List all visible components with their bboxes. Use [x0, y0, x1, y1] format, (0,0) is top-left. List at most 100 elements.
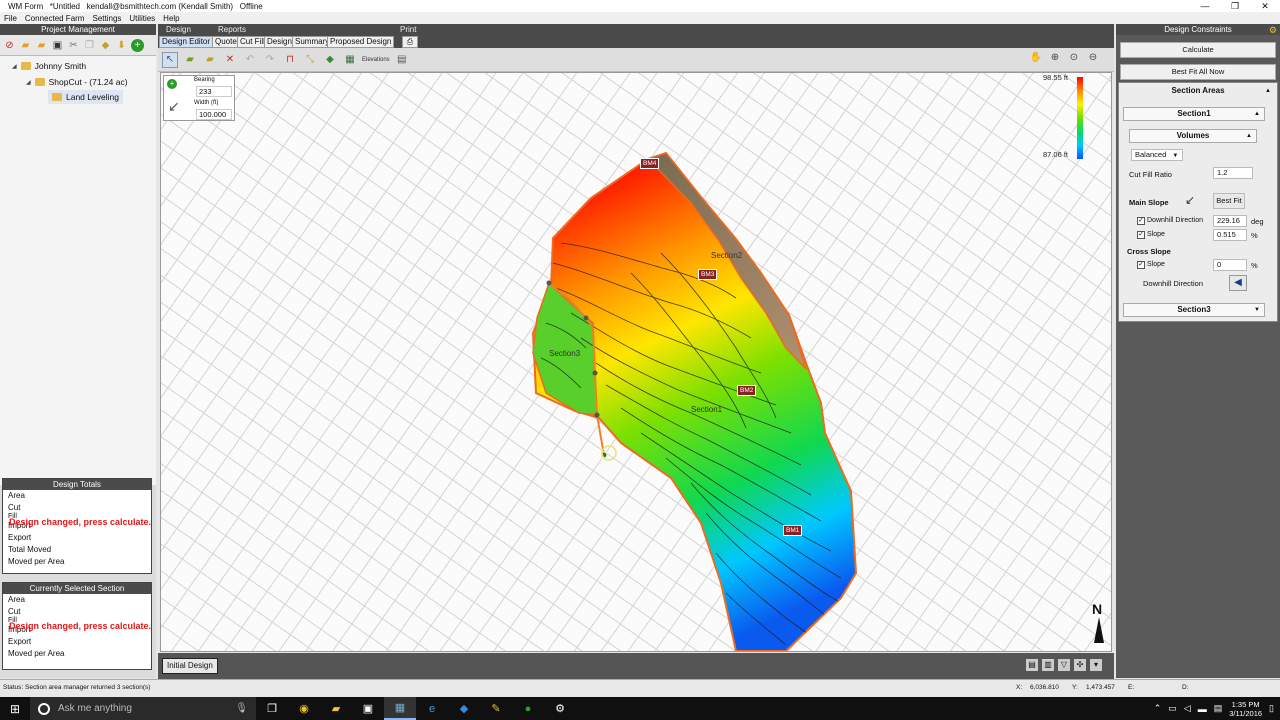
downhill-direction-input[interactable]: 229.16: [1213, 215, 1247, 227]
menu-help[interactable]: Help: [159, 14, 183, 23]
slope-checkbox[interactable]: ✓: [1137, 231, 1145, 239]
section3-label[interactable]: Section3: [549, 349, 580, 358]
draw-area-icon[interactable]: ▰: [182, 52, 198, 68]
cross-slope-checkbox[interactable]: ✓: [1137, 261, 1145, 269]
section2-label[interactable]: Section2: [711, 251, 742, 260]
cross-slope-input[interactable]: 0: [1213, 259, 1247, 271]
close-button[interactable]: ✕: [1250, 0, 1280, 12]
add-icon[interactable]: +: [167, 79, 177, 89]
vertex-handle[interactable]: [546, 280, 552, 286]
collapse-icon[interactable]: ▲: [1246, 130, 1252, 142]
benchmark-bm4[interactable]: BM4: [640, 158, 660, 169]
store-icon[interactable]: ▣: [352, 697, 384, 720]
settings-icon[interactable]: ▤: [394, 52, 410, 68]
minimize-button[interactable]: —: [1190, 0, 1220, 12]
select-pointer-icon[interactable]: ↖: [162, 51, 178, 68]
network-icon[interactable]: ▭: [1168, 703, 1177, 714]
notification-icon[interactable]: ▤: [1214, 703, 1223, 714]
volume-mode-select[interactable]: Balanced ▼: [1131, 149, 1183, 161]
tab-proposed-design[interactable]: Proposed Design: [327, 36, 395, 48]
field-elevation-map[interactable]: [161, 73, 1112, 652]
calculate-button[interactable]: Calculate: [1120, 42, 1276, 58]
downhill-direction-checkbox[interactable]: ✓: [1137, 217, 1145, 225]
cortana-search[interactable]: Ask me anything 🎙: [30, 697, 256, 720]
chrome-icon[interactable]: ◉: [288, 697, 320, 720]
initial-design-tab[interactable]: Initial Design: [162, 658, 218, 674]
edit-area-icon[interactable]: ▰: [202, 52, 218, 68]
tools-icon[interactable]: ✣: [1074, 659, 1086, 671]
delete-area-icon[interactable]: ✕: [222, 52, 238, 68]
edge-icon[interactable]: e: [416, 697, 448, 720]
settings-app-icon[interactable]: ⚙: [544, 697, 576, 720]
menu-utilities[interactable]: Utilities: [125, 14, 159, 23]
benchmark-bm1[interactable]: BM1: [783, 525, 803, 536]
download-icon[interactable]: ⬇: [115, 39, 128, 52]
tab-quote[interactable]: Quote: [212, 36, 240, 48]
volumes-header[interactable]: Volumes ▲: [1129, 129, 1257, 143]
menu-settings[interactable]: Settings: [88, 14, 125, 23]
pin-icon[interactable]: ◆: [99, 39, 112, 52]
tree-item-client[interactable]: ◢ Johnny Smith: [12, 61, 86, 71]
benchmark-bm2[interactable]: BM2: [737, 385, 757, 396]
tab-design-editor[interactable]: Design Editor: [159, 36, 214, 48]
add-icon[interactable]: +: [131, 38, 144, 52]
pan-hand-icon[interactable]: ✋: [1029, 52, 1043, 66]
benchmark-bm3[interactable]: BM3: [698, 269, 718, 280]
file-explorer-icon[interactable]: ▰: [320, 697, 352, 720]
expand-icon[interactable]: ◢: [12, 63, 17, 70]
windows-start-icon[interactable]: ⊞: [0, 702, 30, 716]
vertex-handle[interactable]: [592, 370, 598, 376]
undo-icon[interactable]: ↶: [242, 52, 258, 68]
vertex-handle[interactable]: [594, 412, 600, 418]
main-slope-input[interactable]: 0.515: [1213, 229, 1247, 241]
expand-icon[interactable]: ▼: [1254, 304, 1260, 316]
redo-icon[interactable]: ↷: [262, 52, 278, 68]
zoom-in-icon[interactable]: ⊕: [1048, 52, 1062, 66]
section3-header[interactable]: Section3 ▼: [1123, 303, 1265, 317]
action-center-icon[interactable]: ▯: [1269, 703, 1274, 714]
section1-header[interactable]: Section1 ▲: [1123, 107, 1265, 121]
tab-design[interactable]: Design: [264, 36, 295, 48]
elevations-label[interactable]: Elevations: [362, 57, 390, 63]
menu-file[interactable]: File: [0, 14, 21, 23]
save-icon[interactable]: ▣: [51, 39, 64, 52]
design-map[interactable]: + ↙ Bearing 233 Width (ft) 100.000 98.55…: [160, 72, 1112, 652]
layers-icon[interactable]: ◆: [322, 52, 338, 68]
section-areas-header[interactable]: Section Areas ▲: [1121, 85, 1275, 99]
delete-icon[interactable]: ⊘: [3, 39, 16, 52]
cut-fill-ratio-input[interactable]: 1.2: [1213, 167, 1253, 179]
dropbox-icon[interactable]: ◆: [448, 697, 480, 720]
best-fit-all-button[interactable]: Best Fit All Now: [1120, 64, 1276, 80]
tab-group-design[interactable]: Design: [166, 25, 191, 34]
tab-group-print[interactable]: Print: [400, 25, 416, 34]
best-fit-button[interactable]: Best Fit: [1213, 193, 1245, 209]
section1-label[interactable]: Section1: [691, 405, 722, 414]
cut-icon[interactable]: ✂: [67, 39, 80, 52]
filter-icon[interactable]: ▽: [1058, 659, 1070, 671]
tree-item-farm[interactable]: ◢ ShopCut - (71.24 ac): [26, 77, 128, 87]
settings-gear-icon[interactable]: ⚙: [1269, 25, 1277, 36]
wm-form-app-icon[interactable]: ▦: [384, 697, 416, 720]
clock[interactable]: 1:35 PM 3/11/2016: [1229, 700, 1262, 718]
measure-icon[interactable]: ⤡: [302, 52, 318, 68]
magnet-icon[interactable]: ⊓: [282, 52, 298, 68]
microphone-icon[interactable]: 🎙: [235, 703, 248, 714]
task-view-icon[interactable]: ❐: [256, 697, 288, 720]
vertex-handle[interactable]: [583, 315, 589, 321]
delete-icon[interactable]: ▾: [1090, 659, 1102, 671]
menu-connected-farm[interactable]: Connected Farm: [21, 14, 89, 23]
open-folder-icon[interactable]: ▰: [19, 39, 32, 52]
folder-icon[interactable]: ▰: [35, 39, 48, 52]
width-input[interactable]: 100.000: [196, 109, 232, 120]
volume-icon[interactable]: ◁: [1184, 703, 1191, 714]
qb-app-icon[interactable]: ●: [512, 697, 544, 720]
zoom-out-icon[interactable]: ⊖: [1086, 52, 1100, 66]
zoom-extents-icon[interactable]: ⊙: [1067, 52, 1081, 66]
bearing-input[interactable]: 233: [196, 86, 232, 97]
document-icon[interactable]: ▥: [1042, 659, 1054, 671]
collapse-icon[interactable]: ▲: [1265, 85, 1271, 97]
collapse-icon[interactable]: ▲: [1254, 108, 1260, 120]
battery-icon[interactable]: ▬: [1198, 704, 1207, 714]
elevations-icon[interactable]: ▦: [342, 52, 358, 68]
layers-icon[interactable]: ▤: [1026, 659, 1038, 671]
